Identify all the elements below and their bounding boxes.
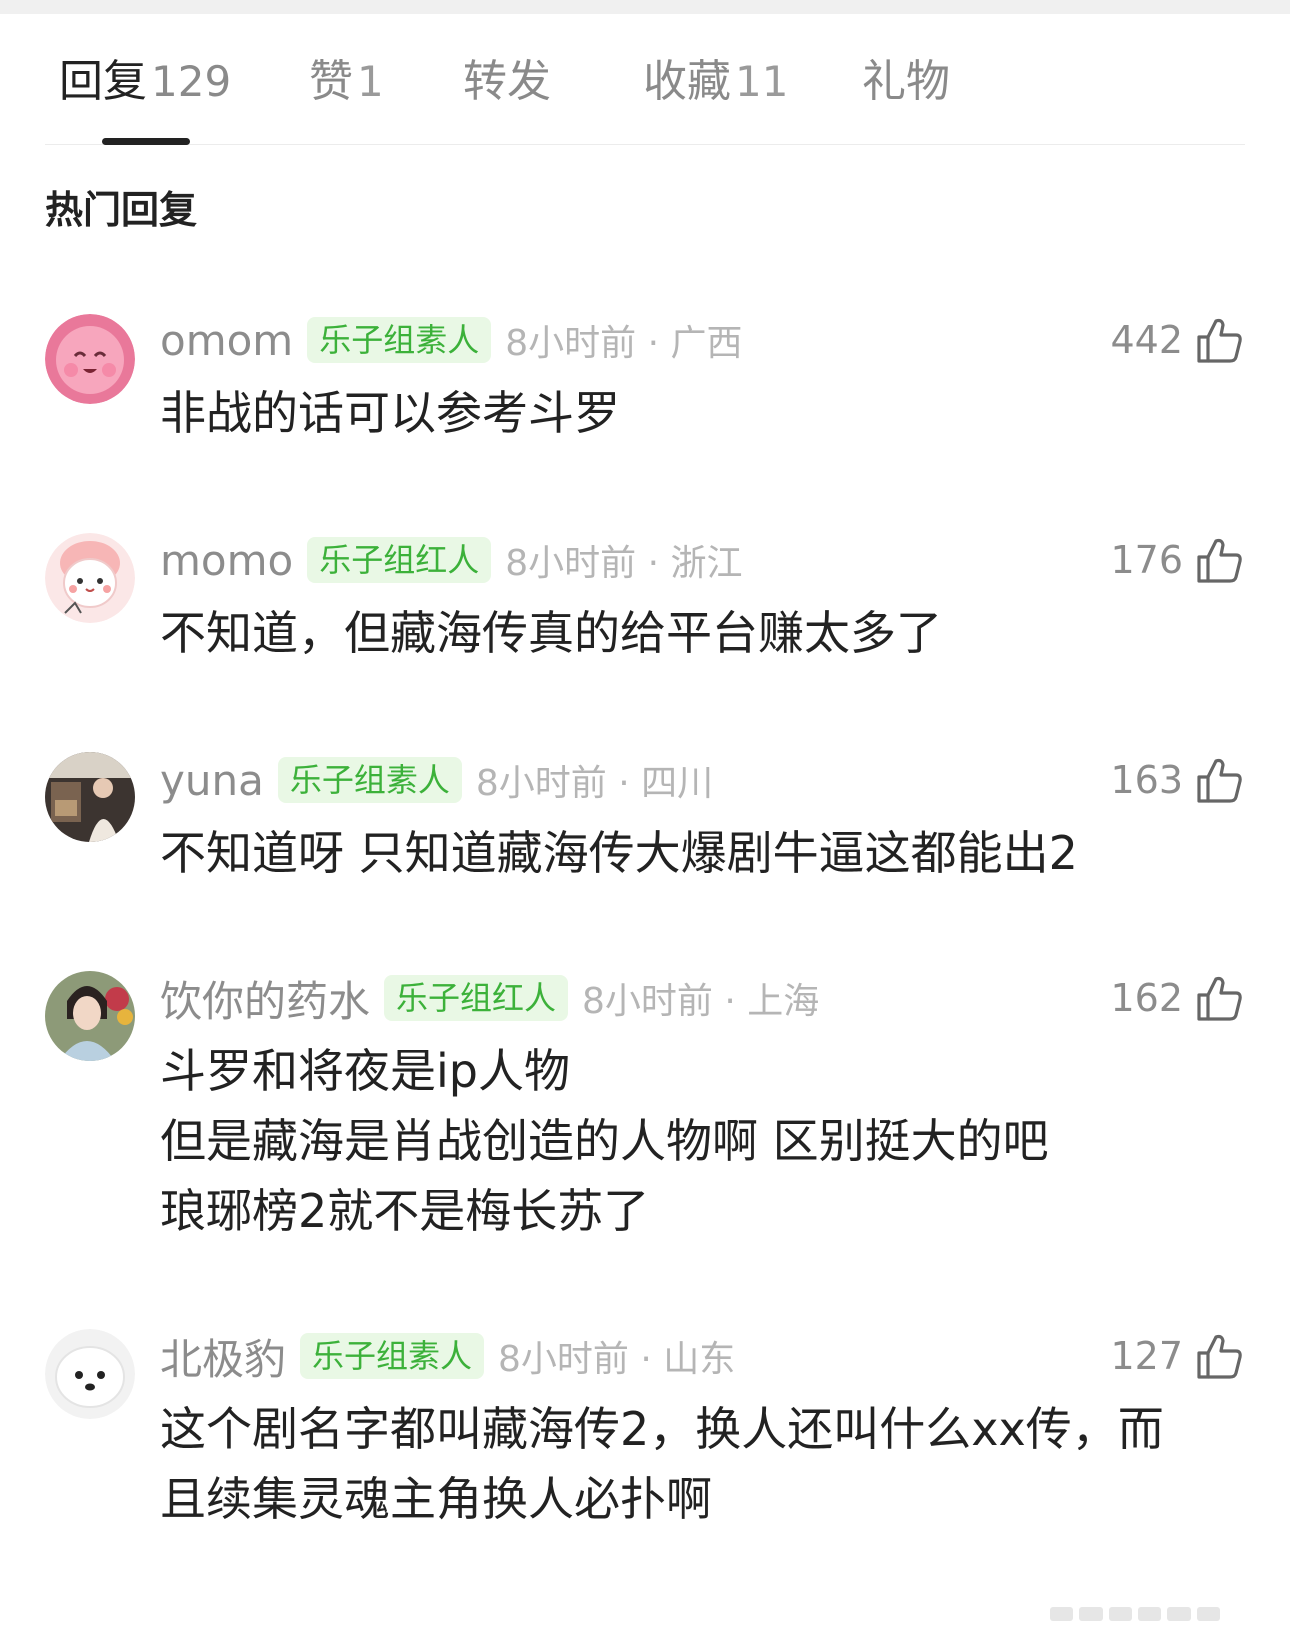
avatar[interactable] xyxy=(45,1329,135,1419)
tab-count: 1 xyxy=(357,57,384,106)
tab-count: 129 xyxy=(151,57,232,106)
like-count: 127 xyxy=(1110,1334,1183,1378)
timestamp-location: 8小时前 · 上海 xyxy=(582,981,820,1022)
like-count: 162 xyxy=(1110,976,1183,1020)
username[interactable]: 饮你的药水 xyxy=(160,968,370,1029)
comment-line: 斗罗和将夜是ip人物 xyxy=(160,1044,570,1098)
comment-line: 非战的话可以参考斗罗 xyxy=(160,386,620,440)
user-badge: 乐子组素人 xyxy=(277,757,462,803)
user-badge: 乐子组素人 xyxy=(307,317,492,363)
like-count: 163 xyxy=(1110,758,1183,802)
tab-label: 收藏 xyxy=(643,56,731,107)
tab-replies[interactable]: 回复129 xyxy=(59,54,231,110)
timestamp-location: 8小时前 · 四川 xyxy=(475,763,714,804)
timestamp-location: 8小时前 · 山东 xyxy=(498,1339,736,1380)
thumbs-up-icon xyxy=(1197,538,1242,583)
user-badge: 乐子组素人 xyxy=(300,1333,485,1379)
tab-reposts[interactable]: 转发 xyxy=(463,54,555,110)
username[interactable]: yuna xyxy=(160,756,264,805)
top-strip xyxy=(0,0,1290,14)
avatar[interactable] xyxy=(45,752,135,842)
comment-line: 琅琊榜2就不是梅长苏了 xyxy=(160,1184,650,1238)
comment-meta: 北极豹 乐子组素人 8小时前 · 山东 xyxy=(160,1326,735,1386)
active-tab-indicator xyxy=(102,138,190,145)
timestamp-location: 8小时前 · 广西 xyxy=(505,323,743,364)
comment-line: 但是藏海是肖战创造的人物啊 区别挺大的吧 xyxy=(160,1114,1049,1168)
tab-bar: 回复129 赞1 转发 收藏11 礼物 xyxy=(45,40,1245,145)
tab-label: 礼物 xyxy=(862,56,950,107)
tab-count: 11 xyxy=(735,57,789,106)
username[interactable]: momo xyxy=(160,536,293,585)
tab-likes[interactable]: 赞1 xyxy=(309,54,384,110)
tab-label: 赞 xyxy=(309,56,353,107)
username[interactable]: omom xyxy=(160,316,293,365)
tab-favorites[interactable]: 收藏11 xyxy=(643,54,788,110)
comment-line: 不知道呀 只知道藏海传大爆剧牛逼这都能出2 xyxy=(160,826,1078,880)
comment-text: 斗罗和将夜是ip人物 但是藏海是肖战创造的人物啊 区别挺大的吧 琅琊榜2就不是梅… xyxy=(160,1036,1250,1246)
like-button[interactable]: 163 xyxy=(1110,750,1245,810)
tab-label: 回复 xyxy=(59,56,147,107)
comment-line: 这个剧名字都叫藏海传2，换人还叫什么xx传，而 xyxy=(160,1402,1164,1456)
tab-gifts[interactable]: 礼物 xyxy=(862,54,954,110)
thumbs-up-icon xyxy=(1197,1334,1242,1379)
like-button[interactable]: 442 xyxy=(1110,310,1245,370)
watermark-strip xyxy=(1050,1607,1220,1621)
user-badge: 乐子组红人 xyxy=(384,975,569,1021)
like-count: 442 xyxy=(1110,318,1183,362)
comment-text: 不知道呀 只知道藏海传大爆剧牛逼这都能出2 xyxy=(160,818,1250,888)
comment-text: 这个剧名字都叫藏海传2，换人还叫什么xx传，而 且续集灵魂主角换人必扑啊 xyxy=(160,1394,1250,1534)
comment-meta: momo 乐子组红人 8小时前 · 浙江 xyxy=(160,530,742,590)
username[interactable]: 北极豹 xyxy=(160,1326,286,1387)
comment-line: 且续集灵魂主角换人必扑啊 xyxy=(160,1472,712,1526)
thumbs-up-icon xyxy=(1197,318,1242,363)
section-title: 热门回复 xyxy=(45,188,198,232)
comment-text: 非战的话可以参考斗罗 xyxy=(160,378,1250,448)
timestamp-location: 8小时前 · 浙江 xyxy=(505,543,743,584)
like-button[interactable]: 176 xyxy=(1110,530,1245,590)
comment-line: 不知道，但藏海传真的给平台赚太多了 xyxy=(160,606,942,660)
like-button[interactable]: 162 xyxy=(1110,968,1245,1028)
thumbs-up-icon xyxy=(1197,976,1242,1021)
comment-text: 不知道，但藏海传真的给平台赚太多了 xyxy=(160,598,1250,668)
comment-meta: omom 乐子组素人 8小时前 · 广西 xyxy=(160,310,742,370)
like-button[interactable]: 127 xyxy=(1110,1326,1245,1386)
like-count: 176 xyxy=(1110,538,1183,582)
thumbs-up-icon xyxy=(1197,758,1242,803)
comment-meta: yuna 乐子组素人 8小时前 · 四川 xyxy=(160,750,713,810)
user-badge: 乐子组红人 xyxy=(307,537,492,583)
avatar[interactable] xyxy=(45,533,135,623)
comment-meta: 饮你的药水 乐子组红人 8小时前 · 上海 xyxy=(160,968,819,1028)
avatar[interactable] xyxy=(45,314,135,404)
avatar[interactable] xyxy=(45,971,135,1061)
tab-label: 转发 xyxy=(463,56,551,107)
